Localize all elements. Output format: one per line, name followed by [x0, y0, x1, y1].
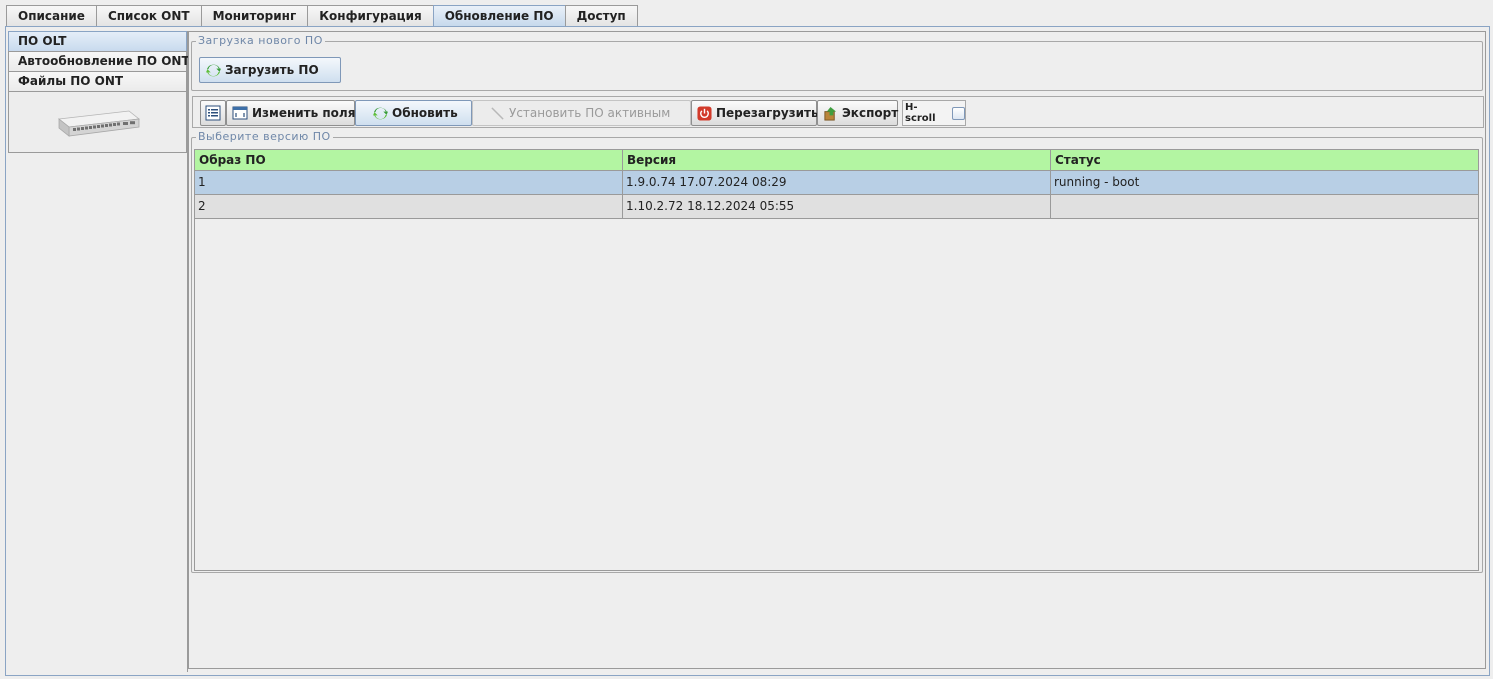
set-active-label: Установить ПО активным — [509, 106, 671, 120]
edit-fields-button[interactable]: Изменить поля — [226, 100, 355, 126]
wand-icon — [489, 105, 505, 121]
set-active-button[interactable]: Установить ПО активным — [472, 100, 691, 126]
tab-software-update[interactable]: Обновление ПО — [432, 5, 566, 26]
olt-device-icon — [57, 110, 140, 137]
tab-access[interactable]: Доступ — [564, 5, 638, 26]
refresh-icon — [372, 105, 388, 121]
cell-image: 2 — [195, 195, 623, 219]
upload-group-legend: Загрузка нового ПО — [198, 34, 323, 47]
version-group-legend: Выберите версию ПО — [198, 130, 331, 143]
upload-group: Загрузка нового ПО — [191, 35, 1483, 91]
column-header-version[interactable]: Версия — [623, 150, 1051, 171]
versions-table: Образ ПО Версия Статус 1 1.9.0.74 17.07.… — [194, 149, 1479, 571]
upload-software-button[interactable]: Загрузить ПО — [199, 57, 341, 83]
column-header-image[interactable]: Образ ПО — [195, 150, 623, 171]
software-panel: Загрузка нового ПО Загрузить ПО Изменить… — [188, 31, 1486, 669]
cell-version: 1.9.0.74 17.07.2024 08:29 — [623, 171, 1051, 195]
tab-monitoring[interactable]: Мониторинг — [200, 5, 309, 26]
table-row[interactable]: 2 1.10.2.72 18.12.2024 05:55 — [195, 195, 1478, 219]
cell-version: 1.10.2.72 18.12.2024 05:55 — [623, 195, 1051, 219]
side-tab-ont-autoupdate[interactable]: Автообновление ПО ONT — [8, 51, 190, 71]
cell-status: running - boot — [1051, 171, 1478, 195]
table-header: Образ ПО Версия Статус — [195, 150, 1478, 171]
refresh-icon — [205, 62, 221, 78]
list-icon — [205, 105, 221, 121]
main-tabs: Описание Список ONT Мониторинг Конфигура… — [6, 5, 638, 26]
reboot-label: Перезагрузить — [716, 106, 819, 120]
hscroll-label: H-scroll — [905, 102, 936, 124]
edit-fields-label: Изменить поля — [252, 106, 356, 120]
side-tab-olt-software[interactable]: ПО OLT — [8, 31, 187, 51]
export-label: Экспорт — [842, 106, 899, 120]
olt-device-image — [8, 91, 187, 153]
export-button[interactable]: Экспорт — [817, 100, 898, 126]
table-toolbar: Изменить поля Обновить Установить ПО акт… — [192, 96, 1484, 128]
cell-image: 1 — [195, 171, 623, 195]
refresh-button[interactable]: Обновить — [355, 100, 472, 126]
table-row[interactable]: 1 1.9.0.74 17.07.2024 08:29 running - bo… — [195, 171, 1478, 195]
tab-description[interactable]: Описание — [6, 5, 97, 26]
tab-ont-list[interactable]: Список ONT — [95, 5, 202, 26]
power-icon — [697, 105, 712, 121]
cell-status — [1051, 195, 1478, 219]
column-header-status[interactable]: Статус — [1051, 150, 1478, 171]
export-icon — [823, 105, 838, 121]
columns-menu-button[interactable] — [200, 100, 226, 126]
side-tabs: ПО OLT Автообновление ПО ONT Файлы ПО ON… — [8, 31, 190, 672]
tab-configuration[interactable]: Конфигурация — [307, 5, 434, 26]
hscroll-checkbox[interactable] — [952, 106, 965, 120]
side-tab-ont-files[interactable]: Файлы ПО ONT — [8, 71, 187, 91]
reboot-button[interactable]: Перезагрузить — [691, 100, 819, 126]
hscroll-toggle[interactable]: H-scroll — [902, 100, 966, 126]
window-edit-icon — [232, 105, 248, 121]
refresh-label: Обновить — [392, 106, 458, 120]
upload-software-label: Загрузить ПО — [225, 63, 319, 77]
